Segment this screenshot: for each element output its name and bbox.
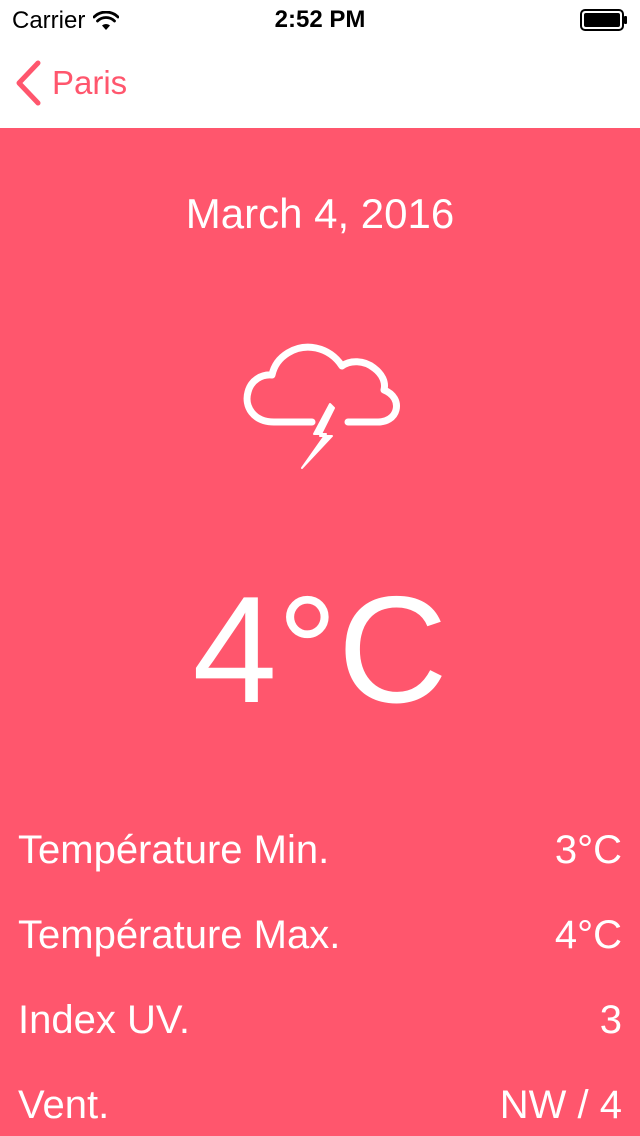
back-button-label: Paris bbox=[52, 64, 128, 101]
detail-label: Température Min. bbox=[18, 828, 330, 872]
detail-value: NW / 4 bbox=[499, 1083, 622, 1127]
detail-row-min-temperature: Température Min. 3°C bbox=[0, 808, 640, 893]
detail-label: Index UV. bbox=[18, 998, 190, 1042]
weather-content: March 4, 2016 4°C Température Min. 3°C T… bbox=[0, 128, 640, 1136]
detail-label: Vent. bbox=[18, 1083, 110, 1127]
status-bar: Carrier 2:52 PM bbox=[0, 0, 640, 40]
detail-row-max-temperature: Température Max. 4°C bbox=[0, 893, 640, 978]
navigation-bar: Paris bbox=[0, 40, 640, 128]
detail-label: Température Max. bbox=[18, 913, 341, 957]
chevron-left-icon bbox=[16, 60, 41, 106]
back-button[interactable]: Paris bbox=[14, 60, 127, 106]
weather-detail-screen: Carrier 2:52 PM Paris March 4, 2016 4°C … bbox=[0, 0, 640, 1136]
current-temperature: 4°C bbox=[192, 565, 448, 735]
weather-details-list: Température Min. 3°C Température Max. 4°… bbox=[0, 808, 640, 1136]
status-time: 2:52 PM bbox=[274, 6, 366, 33]
forecast-date: March 4, 2016 bbox=[185, 190, 455, 237]
detail-row-wind: Vent. NW / 4 bbox=[0, 1063, 640, 1136]
detail-row-uv-index: Index UV. 3 bbox=[0, 978, 640, 1063]
detail-value: 4°C bbox=[554, 913, 622, 957]
battery-icon bbox=[580, 9, 627, 31]
detail-value: 3 bbox=[599, 998, 622, 1042]
detail-value: 3°C bbox=[554, 828, 622, 872]
thunderstorm-cloud-icon bbox=[243, 343, 400, 469]
